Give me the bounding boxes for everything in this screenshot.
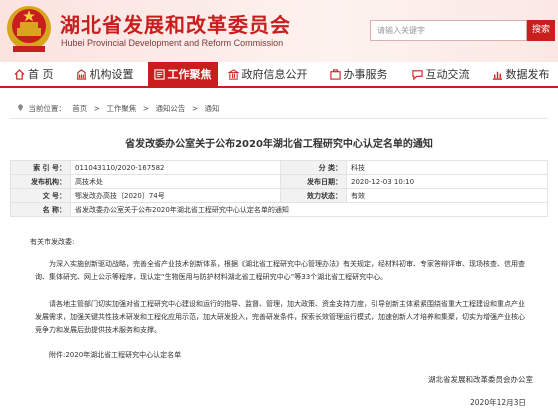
main-nav: 首 页 机构设置 工作聚焦 政府信息公开 办事服务 互动交流 数据发布	[0, 62, 558, 88]
nav-item-work-focus[interactable]: 工作聚焦	[147, 62, 218, 86]
table-row: 索 引 号： 011043110/2020-167582 分 类： 科技	[10, 160, 548, 175]
nav-item-interaction[interactable]: 互动交流	[411, 62, 470, 86]
nav-label: 机构设置	[89, 68, 134, 81]
government-icon	[227, 68, 239, 80]
nav-item-organization[interactable]: 机构设置	[76, 62, 134, 86]
table-row: 名 称： 省发改委办公室关于公布2020年湖北省工程研究中心认定名单的通知	[10, 202, 548, 217]
article-signature: 湖北省发展和改革委员会办公室	[428, 375, 533, 384]
nav-item-gov-info[interactable]: 政府信息公开	[227, 62, 308, 86]
meta-value: 鄂发改办高技〔2020〕74号	[70, 188, 281, 203]
meta-label: 名 称：	[10, 202, 71, 217]
nav-item-home[interactable]: 首 页	[14, 62, 54, 86]
building-icon	[76, 68, 86, 80]
site-header: 湖北省发展和改革委员会 Hubei Provincial Development…	[0, 0, 558, 62]
service-icon	[329, 68, 341, 80]
nav-label: 数据发布	[505, 68, 550, 81]
nav-item-services[interactable]: 办事服务	[329, 62, 388, 86]
site-title: 湖北省发展和改革委员会	[60, 13, 291, 37]
article-paragraph: 请各地主管部门切实加强对省工程研究中心建设和运行的指导、监督、管理，加大政策、资…	[35, 300, 525, 334]
breadcrumb-home[interactable]: 首页	[72, 104, 87, 113]
location-icon	[18, 104, 23, 112]
meta-value: 011043110/2020-167582	[70, 160, 281, 175]
article-paragraph: 为深入实施创新驱动战略，完善全省产业技术创新体系，根据《湖北省工程研究中心管理办…	[35, 260, 525, 281]
breadcrumb-separator: >	[93, 104, 100, 113]
article-title: 省发改委办公室关于公布2020年湖北省工程研究中心认定名单的通知	[125, 139, 433, 150]
national-emblem-icon	[7, 6, 51, 52]
target-icon	[153, 68, 165, 80]
meta-label: 索 引 号：	[10, 160, 71, 175]
breadcrumb-separator: >	[142, 104, 150, 113]
nav-label: 政府信息公开	[241, 68, 308, 81]
chat-icon	[411, 69, 423, 80]
nav-label: 办事服务	[343, 68, 388, 81]
breadcrumb-notice[interactable]: 通知	[205, 104, 220, 113]
nav-label: 首 页	[28, 68, 54, 81]
meta-value: 科技	[346, 160, 548, 175]
nav-label: 互动交流	[425, 68, 470, 81]
search-button[interactable]: 搜索	[527, 20, 555, 41]
meta-value: 高技术处	[70, 174, 281, 189]
table-row: 文 号： 鄂发改办高技〔2020〕74号 效力状态： 有效	[10, 188, 548, 203]
article-salutation: 有关市发改委:	[30, 238, 75, 246]
meta-label: 效力状态：	[280, 188, 347, 203]
breadcrumb-work-focus[interactable]: 工作聚焦	[106, 104, 136, 113]
article-date: 2020年12月3日	[470, 398, 526, 407]
breadcrumb-notices[interactable]: 通知公告	[155, 104, 185, 113]
site-subtitle: Hubei Provincial Development and Reform …	[61, 38, 284, 48]
meta-label: 发布机构：	[10, 174, 71, 189]
meta-value: 有效	[346, 188, 548, 203]
nav-label: 工作聚焦	[167, 68, 212, 81]
search-input[interactable]: 请输入关键字	[370, 20, 527, 41]
breadcrumb-prefix: 当前位置：	[28, 104, 66, 113]
article-meta-table: 索 引 号： 011043110/2020-167582 分 类： 科技 发布机…	[10, 160, 548, 217]
breadcrumb-separator: >	[191, 104, 199, 113]
home-icon	[14, 68, 25, 80]
meta-label: 发布日期：	[280, 174, 347, 189]
meta-label: 分 类：	[280, 160, 347, 175]
article-attachment-link[interactable]: 附件:2020年湖北省工程研究中心认定名单	[49, 349, 539, 362]
nav-item-data-release[interactable]: 数据发布	[492, 62, 550, 86]
meta-label: 文 号：	[10, 188, 71, 203]
breadcrumb: 当前位置： 首页 > 工作聚焦 > 通知公告 > 通知	[17, 103, 224, 114]
meta-value: 2020-12-03 10:10	[346, 174, 548, 189]
divider	[10, 118, 548, 119]
meta-value: 省发改委办公室关于公布2020年湖北省工程研究中心认定名单的通知	[70, 202, 548, 217]
table-row: 发布机构： 高技术处 发布日期： 2020-12-03 10:10	[10, 174, 548, 189]
chart-icon	[492, 71, 502, 80]
